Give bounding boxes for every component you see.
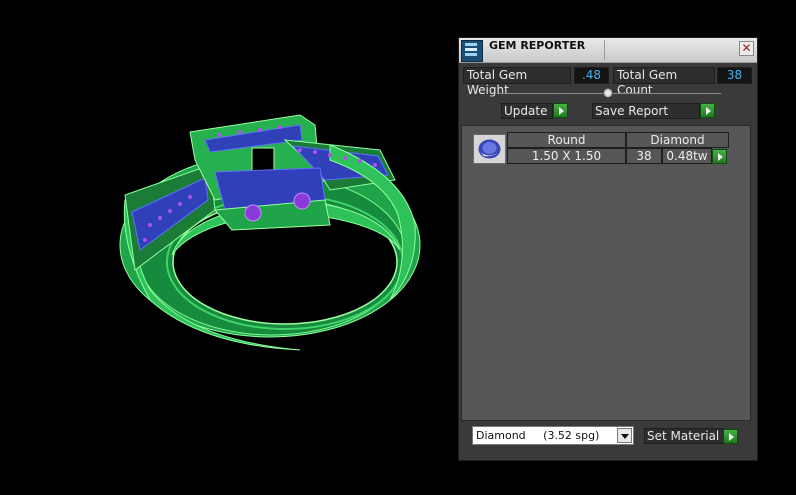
save-report-button[interactable]: Save Report: [592, 103, 700, 119]
set-material-button[interactable]: Set Material: [644, 428, 724, 444]
total-gem-count-label: Total Gem Count: [613, 67, 715, 97]
3d-viewport[interactable]: [0, 0, 458, 495]
round-gem-icon: [473, 134, 506, 164]
chevron-down-icon[interactable]: [617, 428, 632, 443]
gem-reporter-app-icon: [461, 40, 483, 62]
total-gem-weight-value: .48: [574, 67, 609, 84]
update-button[interactable]: Update: [501, 103, 553, 119]
set-material-play-icon[interactable]: [723, 429, 738, 444]
panel-title: GEM REPORTER: [489, 39, 586, 52]
update-play-icon[interactable]: [553, 103, 568, 118]
gem-count-cell: 38: [626, 148, 662, 164]
gem-row-play-icon[interactable]: [712, 149, 727, 164]
total-gem-weight-label: Total Gem Weight: [463, 67, 571, 97]
gem-size-cell: 1.50 X 1.50: [507, 148, 626, 164]
gem-list[interactable]: Round Diamond 1.50 X 1.50 38 0.48tw: [461, 125, 751, 421]
material-select[interactable]: Diamond (3.52 spg): [472, 426, 634, 445]
titlebar-divider: [604, 40, 605, 60]
ring-model: [119, 114, 421, 351]
close-icon[interactable]: ✕: [739, 41, 754, 56]
panel-titlebar[interactable]: GEM REPORTER ✕: [459, 38, 757, 63]
material-select-value: Diamond (3.52 spg): [476, 429, 600, 442]
gem-material-cell: Diamond: [626, 132, 729, 148]
gem-reporter-panel: GEM REPORTER ✕ Total Gem Weight .48 Tota…: [458, 37, 758, 461]
gem-cut-cell: Round: [507, 132, 626, 148]
slider-knob[interactable]: [603, 88, 613, 98]
save-report-play-icon[interactable]: [700, 103, 715, 118]
total-gem-count-value: 38: [717, 67, 752, 84]
gem-weight-cell: 0.48tw: [662, 148, 712, 164]
